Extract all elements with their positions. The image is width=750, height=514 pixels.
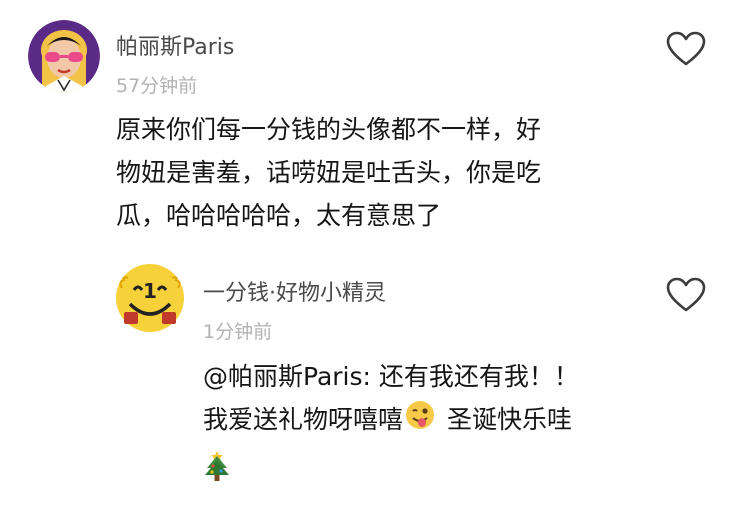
user-avatar[interactable]	[28, 20, 100, 92]
reply-line-text: 圣诞快乐哇	[447, 405, 573, 434]
christmas-tree-emoji-icon	[203, 450, 231, 495]
reply-like-button[interactable]	[666, 277, 706, 313]
comment-line: 瓜，哈哈哈哈哈，太有意思了	[116, 201, 442, 230]
heart-outline-icon	[666, 277, 706, 312]
reply-line-text: 我爱送礼物呀嘻嘻	[203, 405, 404, 434]
comment-line: 原来你们每一分钱的头像都不一样，好	[116, 115, 542, 144]
heart-outline-icon	[666, 31, 706, 66]
yellow-smiley-coin-avatar-icon: 1	[116, 264, 184, 332]
reply-line	[203, 443, 579, 493]
reply-text: @帕丽斯Paris: 还有我还有我！！ 我爱送礼物呀嘻嘻 圣诞快乐哇	[203, 355, 579, 493]
winking-tongue-emoji-icon	[405, 400, 435, 443]
reply-line: @帕丽斯Paris: 还有我还有我！！	[203, 362, 579, 391]
reply-avatar[interactable]: 1	[114, 262, 186, 338]
svg-text:1: 1	[143, 279, 157, 303]
like-button[interactable]	[666, 31, 706, 67]
reply-timestamp: 1分钟前	[203, 321, 273, 343]
comment-username[interactable]: 帕丽斯Paris	[116, 29, 234, 61]
reply-username[interactable]: 一分钱·好物小精灵	[203, 275, 386, 307]
comment-line: 物妞是害羞，话唠妞是吐舌头，你是吃	[116, 158, 542, 187]
reply-line: 我爱送礼物呀嘻嘻 圣诞快乐哇	[203, 398, 579, 443]
comment-timestamp: 57分钟前	[116, 75, 198, 97]
pink-sunglasses-character-avatar-icon	[28, 20, 100, 92]
comment-text: 原来你们每一分钱的头像都不一样，好 物妞是害羞，话唠妞是吐舌头，你是吃 瓜，哈哈…	[116, 108, 541, 237]
